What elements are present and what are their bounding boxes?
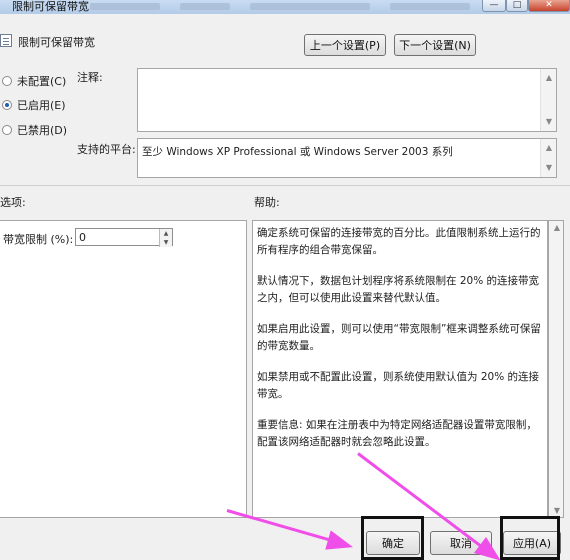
bandwidth-limit-label: 带宽限制 (%): xyxy=(3,233,74,246)
help-paragraph: 如果启用此设置，则可以使用“带宽限制”框来调整系统可保留的带宽数量。 xyxy=(257,323,541,352)
radio-indicator xyxy=(2,125,12,135)
blurred-taskbar-area xyxy=(250,3,370,10)
spin-down-icon[interactable]: ▼ xyxy=(160,238,172,247)
radio-not-configured[interactable]: 未配置(C) xyxy=(2,73,66,89)
radio-label: 已禁用(D) xyxy=(17,124,68,137)
comment-scrollbar[interactable]: ▲ ▼ xyxy=(540,69,556,131)
maximize-button[interactable]: □ xyxy=(506,0,528,12)
radio-indicator xyxy=(2,76,12,86)
radio-label: 已启用(E) xyxy=(17,99,66,112)
platform-scrollbar[interactable]: ▲ ▼ xyxy=(540,139,556,177)
title-bar: 限制可保留带宽 — □ ✕ xyxy=(0,0,570,14)
arrow-head-icon xyxy=(325,530,356,557)
comment-textarea[interactable]: ▲ ▼ xyxy=(137,68,557,132)
minimize-button[interactable]: — xyxy=(482,0,506,12)
platform-label: 支持的平台: xyxy=(77,143,136,156)
help-paragraph: 确定系统可保留的连接带宽的百分比。此值限制系统上运行的所有程序的组合带宽保留。 xyxy=(257,227,541,256)
blurred-taskbar-area xyxy=(390,3,470,10)
options-panel: 带宽限制 (%): 0 ▲ ▼ xyxy=(0,220,247,518)
help-text: 确定系统可保留的连接带宽的百分比。此值限制系统上运行的所有程序的组合带宽保留。 … xyxy=(257,225,541,465)
scroll-up-icon[interactable]: ▲ xyxy=(541,71,557,85)
radio-enabled[interactable]: 已启用(E) xyxy=(2,97,66,113)
minimize-icon: — xyxy=(489,0,499,10)
blurred-taskbar-area xyxy=(90,3,160,10)
radio-disabled[interactable]: 已禁用(D) xyxy=(2,122,67,138)
previous-setting-button[interactable]: 上一个设置(P) xyxy=(304,34,386,56)
options-label: 选项: xyxy=(0,196,26,209)
apply-highlight-box xyxy=(500,516,560,560)
bandwidth-limit-spinbox[interactable]: 0 ▲ ▼ xyxy=(75,228,173,247)
platform-value: 至少 Windows XP Professional 或 Windows Ser… xyxy=(142,146,453,158)
ok-highlight-box xyxy=(361,516,424,560)
comment-label: 注释: xyxy=(77,71,103,84)
divider xyxy=(0,185,570,186)
scroll-down-icon[interactable]: ▼ xyxy=(549,506,565,515)
close-icon: ✕ xyxy=(545,0,553,10)
spin-buttons[interactable]: ▲ ▼ xyxy=(159,229,172,247)
platform-box: 至少 Windows XP Professional 或 Windows Ser… xyxy=(137,138,557,178)
next-setting-button[interactable]: 下一个设置(N) xyxy=(394,34,476,56)
close-button[interactable]: ✕ xyxy=(528,0,570,12)
blurred-taskbar-area xyxy=(180,3,230,10)
scroll-down-icon[interactable]: ▼ xyxy=(541,115,557,129)
help-scrollbar[interactable]: ▲ ▼ xyxy=(548,220,564,518)
scroll-up-icon[interactable]: ▲ xyxy=(549,223,565,232)
scroll-down-icon[interactable]: ▼ xyxy=(541,161,557,175)
spin-up-icon[interactable]: ▲ xyxy=(160,229,172,238)
help-paragraph: 如果禁用或不配置此设置，则系统使用默认值为 20% 的连接带宽。 xyxy=(257,371,540,400)
help-panel: 确定系统可保留的连接带宽的百分比。此值限制系统上运行的所有程序的组合带宽保留。 … xyxy=(252,220,548,518)
maximize-icon: □ xyxy=(512,0,522,10)
help-paragraph: 重要信息: 如果在注册表中为特定网络适配器设置带宽限制，配置该网络适配器时就会忽… xyxy=(257,419,537,448)
radio-label: 未配置(C) xyxy=(17,75,67,88)
bandwidth-limit-value: 0 xyxy=(79,231,86,244)
help-label: 帮助: xyxy=(254,196,280,209)
window-title: 限制可保留带宽 xyxy=(12,0,89,13)
policy-name: 限制可保留带宽 xyxy=(18,36,95,49)
help-paragraph: 默认情况下，数据包计划程序将系统限制在 20% 的连接带宽之内，但可以使用此设置… xyxy=(257,275,540,304)
policy-setting-icon xyxy=(0,34,12,47)
radio-indicator xyxy=(2,100,12,110)
scroll-up-icon[interactable]: ▲ xyxy=(541,141,557,155)
